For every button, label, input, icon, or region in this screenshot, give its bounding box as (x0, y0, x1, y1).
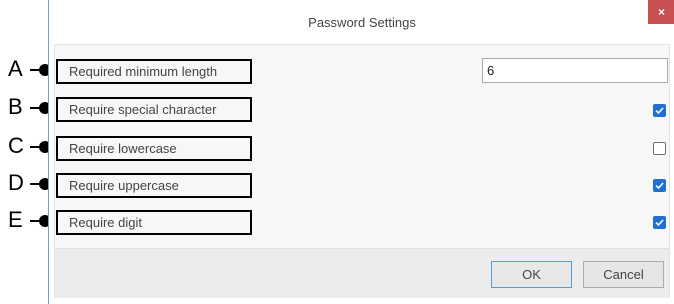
callout-letter: B (8, 94, 23, 119)
callout-letter: C (8, 133, 24, 158)
cancel-button[interactable]: Cancel (583, 261, 664, 288)
title-bar[interactable]: Password Settings × (49, 0, 674, 44)
button-bar: OK Cancel (55, 248, 669, 298)
digit-checkbox[interactable] (653, 216, 666, 229)
ok-button[interactable]: OK (491, 261, 572, 288)
min-length-input[interactable] (482, 58, 668, 83)
callout-letter: D (8, 170, 24, 195)
min-length-label: Required minimum length (56, 59, 252, 84)
special-char-label: Require special character (56, 97, 252, 122)
checkmark-icon (655, 107, 664, 115)
checkmark-icon (655, 182, 664, 190)
uppercase-checkbox[interactable] (653, 179, 666, 192)
close-icon: × (657, 5, 665, 19)
checkmark-icon (655, 219, 664, 227)
lowercase-checkbox[interactable] (653, 142, 666, 155)
uppercase-label: Require uppercase (56, 173, 252, 198)
special-char-checkbox[interactable] (653, 104, 666, 117)
close-button[interactable]: × (648, 0, 674, 24)
digit-label: Require digit (56, 210, 252, 235)
lowercase-label: Require lowercase (56, 136, 252, 161)
settings-panel: Required minimum length Require special … (54, 44, 670, 298)
callout-letter: A (8, 56, 23, 81)
callout-letter: E (8, 207, 23, 232)
window-title: Password Settings (308, 15, 416, 30)
password-settings-dialog: Password Settings × Required minimum len… (48, 0, 674, 304)
